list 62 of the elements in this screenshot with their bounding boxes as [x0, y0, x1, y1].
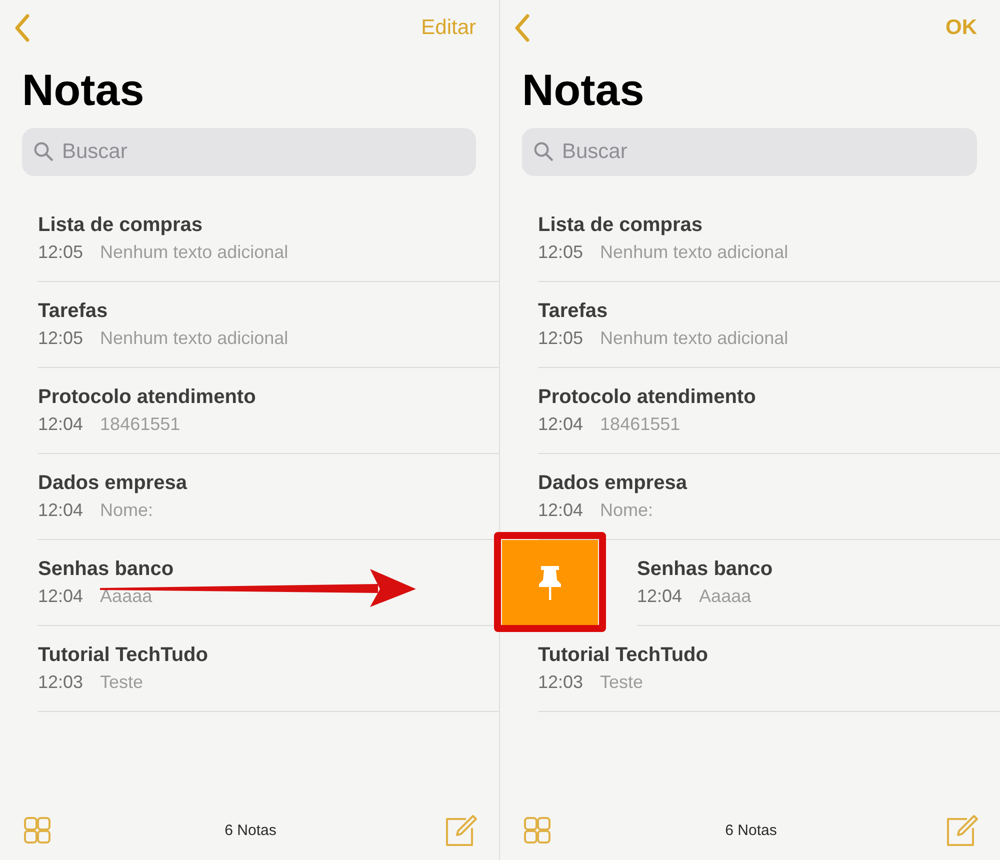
- compose-icon[interactable]: [445, 814, 477, 846]
- pin-icon: [538, 566, 562, 600]
- note-item[interactable]: Protocolo atendimento 12:04 18461551: [538, 368, 1000, 454]
- note-title: Tarefas: [538, 299, 609, 323]
- gallery-grid-icon[interactable]: [524, 816, 551, 844]
- note-title: Senhas banco: [38, 557, 175, 581]
- note-preview: 18461551: [600, 413, 680, 436]
- back-icon[interactable]: [514, 14, 530, 42]
- note-preview: Aaaaa: [699, 585, 752, 608]
- note-title: Protocolo atendimento: [38, 385, 257, 409]
- note-title: Lista de compras: [538, 213, 704, 237]
- note-item[interactable]: Tarefas 12:05 Nenhum texto adicional: [38, 282, 499, 368]
- note-time: 12:04: [538, 413, 584, 436]
- note-time: 12:05: [538, 241, 584, 264]
- note-time: 12:04: [38, 585, 84, 608]
- note-time: 12:04: [538, 499, 584, 522]
- note-title: Tutorial TechTudo: [38, 643, 209, 667]
- gallery-grid-icon[interactable]: [24, 816, 51, 844]
- note-title: Lista de compras: [38, 213, 204, 237]
- note-item[interactable]: Senhas banco 12:04 Aaaaa: [637, 540, 1000, 626]
- note-item[interactable]: Tutorial TechTudo 12:03 Teste: [538, 626, 1000, 712]
- search-icon: [534, 142, 553, 161]
- note-time: 12:04: [38, 499, 84, 522]
- note-item[interactable]: Tutorial TechTudo 12:03 Teste: [38, 626, 499, 712]
- note-count: 6 Notas: [725, 822, 777, 838]
- note-item[interactable]: Tarefas 12:05 Nenhum texto adicional: [538, 282, 1000, 368]
- note-time: 12:05: [38, 241, 84, 264]
- back-icon[interactable]: [14, 14, 30, 42]
- note-time: 12:04: [637, 585, 682, 608]
- note-preview: Nome:: [100, 499, 154, 522]
- note-time: 12:05: [538, 327, 584, 350]
- note-item[interactable]: Dados empresa 12:04 Nome:: [38, 454, 499, 540]
- note-title: Dados empresa: [538, 471, 688, 495]
- note-preview: Teste: [600, 671, 644, 694]
- note-preview: Nenhum texto adicional: [600, 241, 788, 264]
- note-time: 12:05: [38, 327, 84, 350]
- note-preview: Nenhum texto adicional: [600, 327, 788, 350]
- note-time: 12:03: [38, 671, 84, 694]
- search-field[interactable]: Buscar: [522, 128, 977, 176]
- note-item[interactable]: Lista de compras 12:05 Nenhum texto adicional: [538, 196, 1000, 282]
- search-field[interactable]: Buscar: [22, 128, 476, 176]
- pin-button[interactable]: [502, 540, 598, 626]
- note-preview: Aaaaa: [100, 585, 152, 608]
- screen-title: Notas: [22, 65, 144, 117]
- note-item[interactable]: Lista de compras 12:05 Nenhum texto adicional: [38, 196, 499, 282]
- note-preview: Nome:: [600, 499, 654, 522]
- note-preview: Teste: [100, 671, 144, 694]
- note-title: Dados empresa: [38, 471, 188, 495]
- compose-icon[interactable]: [946, 814, 978, 846]
- note-title: Protocolo atendimento: [538, 385, 757, 409]
- search-icon: [34, 142, 53, 161]
- note-item[interactable]: Protocolo atendimento 12:04 18461551: [38, 368, 499, 454]
- note-preview: Nenhum texto adicional: [100, 327, 288, 350]
- note-time: 12:04: [38, 413, 84, 436]
- note-time: 12:03: [538, 671, 584, 694]
- note-preview: 18461551: [100, 413, 180, 436]
- note-preview: Nenhum texto adicional: [100, 241, 288, 264]
- note-count: 6 Notas: [224, 822, 276, 838]
- screen-title: Notas: [522, 65, 644, 117]
- note-title: Tarefas: [38, 299, 109, 323]
- note-title: Senhas banco: [637, 557, 774, 581]
- note-title: Tutorial TechTudo: [538, 643, 709, 667]
